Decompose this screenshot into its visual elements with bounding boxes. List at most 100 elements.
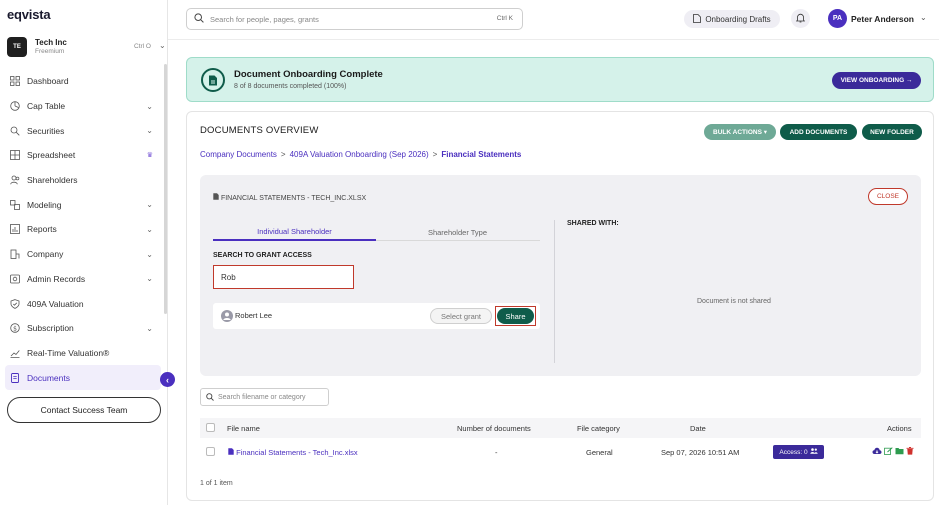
- chevron-down-icon: ⌄: [146, 274, 153, 284]
- search-shortcut: Ctrl K: [496, 15, 513, 22]
- sidebar-item-reports[interactable]: Reports ⌄: [5, 217, 161, 242]
- user-avatar-icon: [221, 310, 233, 322]
- chart-line-icon: [10, 348, 20, 358]
- table-header: File name Number of documents File categ…: [200, 418, 921, 438]
- grant-access-search-input[interactable]: Rob: [213, 265, 354, 289]
- bell-icon: [795, 13, 806, 25]
- breadcrumb-separator: >: [432, 150, 438, 159]
- company-plan: Freemium: [35, 48, 65, 55]
- sidebar-nav: Dashboard Cap Table ⌄ Securities ⌄ Sprea…: [5, 69, 161, 390]
- not-shared-message: Document is not shared: [697, 298, 771, 305]
- global-search-input[interactable]: Search for people, pages, grants Ctrl K: [186, 8, 523, 30]
- contact-success-team-button[interactable]: Contact Success Team: [7, 397, 161, 423]
- sidebar-item-409a-valuation[interactable]: 409A Valuation: [5, 291, 161, 316]
- file-category: General: [586, 448, 613, 457]
- sidebar-item-modeling[interactable]: Modeling ⌄: [5, 192, 161, 217]
- column-number-of-documents[interactable]: Number of documents: [457, 424, 531, 433]
- crown-icon: ♛: [146, 152, 153, 160]
- breadcrumb: Company Documents >409A Valuation Onboard…: [200, 150, 521, 159]
- sidebar-item-securities[interactable]: Securities ⌄: [5, 118, 161, 143]
- new-folder-button[interactable]: NEW FOLDER: [862, 124, 922, 140]
- breadcrumb-separator: >: [280, 150, 286, 159]
- file-icon: [693, 13, 702, 25]
- sidebar-item-label: Subscription: [27, 323, 74, 334]
- users-icon: [809, 448, 818, 456]
- collapse-sidebar-button[interactable]: ‹: [160, 372, 175, 387]
- edit-icon[interactable]: [884, 447, 893, 457]
- folder-move-icon[interactable]: [895, 447, 904, 457]
- access-badge-label: Access: 0: [779, 448, 808, 456]
- sidebar-item-spreadsheet[interactable]: Spreadsheet ♛: [5, 143, 161, 168]
- sidebar-item-company[interactable]: Company ⌄: [5, 242, 161, 267]
- sidebar-item-admin-records[interactable]: Admin Records ⌄: [5, 267, 161, 292]
- access-badge[interactable]: Access: 0: [773, 445, 824, 459]
- cloud-download-icon[interactable]: [872, 447, 882, 457]
- chevron-down-icon[interactable]: ⌄: [920, 13, 927, 22]
- sidebar-item-label: Spreadsheet: [27, 150, 76, 161]
- sidebar-item-subscription[interactable]: $ Subscription ⌄: [5, 316, 161, 341]
- bulk-actions-button[interactable]: BULK ACTIONS ▾: [704, 124, 776, 140]
- file-date: Sep 07, 2026 10:51 AM: [661, 448, 740, 457]
- user-name[interactable]: Peter Anderson: [851, 14, 914, 24]
- file-name-link[interactable]: Financial Statements - Tech_Inc.xlsx: [228, 448, 358, 457]
- company-switcher[interactable]: TE Tech Inc Freemium Ctrl O ⌄: [7, 37, 166, 59]
- sidebar-item-real-time-valuation[interactable]: Real-Time Valuation®: [5, 341, 161, 366]
- sidebar-item-documents[interactable]: Documents: [5, 365, 161, 390]
- column-date[interactable]: Date: [690, 424, 706, 433]
- share-tabs: Individual Shareholder Shareholder Type: [213, 223, 540, 241]
- company-name: Tech Inc: [35, 38, 67, 47]
- trash-icon[interactable]: [906, 447, 914, 457]
- breadcrumb-409a-onboarding[interactable]: 409A Valuation Onboarding (Sep 2026): [290, 150, 429, 159]
- grid-icon: [10, 150, 20, 161]
- row-actions: [872, 447, 914, 457]
- sidebar-item-label: Company: [27, 249, 64, 260]
- breadcrumb-financial-statements[interactable]: Financial Statements: [441, 150, 521, 159]
- chevron-down-icon: ⌄: [146, 126, 153, 136]
- share-file-name: FINANCIAL STATEMENTS - TECH_INC.XLSX: [220, 195, 367, 202]
- sidebar-item-shareholders[interactable]: Shareholders: [5, 168, 161, 193]
- document-count: -: [495, 448, 498, 457]
- sidebar-item-label: Modeling: [27, 199, 62, 210]
- dashboard-icon: [10, 76, 20, 87]
- securities-icon: [10, 126, 20, 136]
- select-grant-dropdown[interactable]: Select grant: [430, 308, 492, 324]
- share-access-panel: FINANCIAL STATEMENTS - TECH_INC.XLSX CLO…: [200, 175, 921, 376]
- view-onboarding-button[interactable]: VIEW ONBOARDING →: [832, 72, 921, 89]
- file-search-placeholder: Search filename or category: [218, 394, 306, 401]
- user-avatar[interactable]: PA: [828, 9, 847, 28]
- file-name-text: Financial Statements - Tech_Inc.xlsx: [236, 448, 358, 457]
- add-documents-button[interactable]: ADD DOCUMENTS: [780, 124, 857, 140]
- column-file-name[interactable]: File name: [227, 424, 260, 433]
- column-actions: Actions: [887, 424, 912, 433]
- records-icon: [10, 274, 20, 284]
- sidebar-scrollbar[interactable]: [164, 64, 167, 314]
- documents-overview-card: DOCUMENTS OVERVIEW BULK ACTIONS ▾ ADD DO…: [186, 111, 934, 501]
- documents-icon: [10, 372, 20, 383]
- app-logo[interactable]: eqvista: [7, 7, 51, 22]
- file-icon: [228, 448, 236, 457]
- tab-individual-shareholder[interactable]: Individual Shareholder: [213, 223, 376, 241]
- banner-title: Document Onboarding Complete: [234, 69, 383, 80]
- search-icon: [206, 393, 214, 403]
- search-result-row: Robert Lee Select grant Share: [213, 303, 540, 329]
- sidebar-item-label: Admin Records: [27, 273, 86, 284]
- share-button[interactable]: Share: [497, 308, 534, 324]
- sidebar: eqvista TE Tech Inc Freemium Ctrl O ⌄ Da…: [0, 0, 168, 505]
- file-search-input[interactable]: Search filename or category: [200, 388, 329, 406]
- breadcrumb-company-documents[interactable]: Company Documents: [200, 150, 277, 159]
- chevron-down-icon: ⌄: [159, 41, 166, 50]
- grant-access-label: SEARCH TO GRANT ACCESS: [213, 252, 312, 259]
- tab-shareholder-type[interactable]: Shareholder Type: [376, 223, 539, 241]
- sidebar-item-label: Real-Time Valuation®: [27, 347, 110, 358]
- onboarding-drafts-button[interactable]: Onboarding Drafts: [684, 10, 780, 28]
- close-button[interactable]: CLOSE: [868, 188, 908, 205]
- select-all-checkbox[interactable]: [206, 423, 215, 432]
- notifications-button[interactable]: [791, 9, 810, 28]
- column-file-category[interactable]: File category: [577, 424, 620, 433]
- panel-divider: [554, 220, 555, 363]
- sidebar-item-dashboard[interactable]: Dashboard: [5, 69, 161, 94]
- company-shortcut: Ctrl O: [134, 43, 151, 50]
- sidebar-item-cap-table[interactable]: Cap Table ⌄: [5, 94, 161, 119]
- row-checkbox[interactable]: [206, 447, 215, 456]
- chevron-down-icon: ⌄: [146, 224, 153, 234]
